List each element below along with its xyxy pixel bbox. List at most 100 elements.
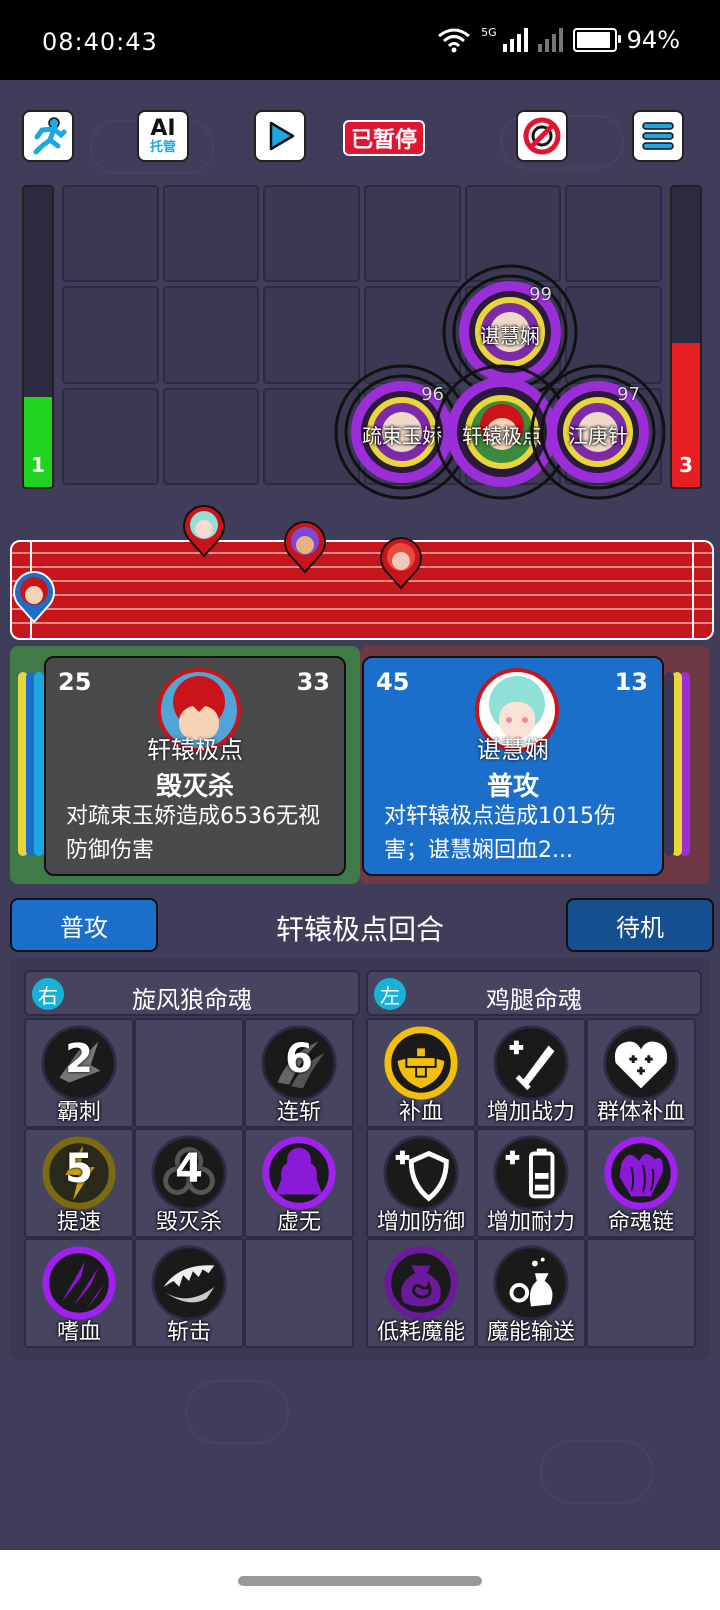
signal-icon: [502, 28, 528, 52]
card-skill-name: 普攻: [486, 772, 539, 802]
skill-label: 魔能输送: [486, 1320, 575, 1345]
card-character-name: 轩辕极点: [147, 736, 243, 764]
enemy-team-count: 3: [679, 453, 693, 477]
skill-slot[interactable]: 魔能输送: [476, 1238, 586, 1348]
ai-auto-button[interactable]: AI 托管: [137, 110, 189, 162]
skill-slot[interactable]: 补血: [366, 1018, 476, 1128]
skill-label: 提速: [56, 1210, 101, 1235]
jaw-slash-icon: [151, 1245, 227, 1321]
defense-up-icon: [383, 1135, 459, 1211]
heal-plus-icon: [384, 1026, 458, 1100]
skill-slot[interactable]: 5 提速: [24, 1128, 134, 1238]
track-line: [12, 594, 712, 596]
skill-slot[interactable]: 增加战力: [476, 1018, 586, 1128]
track-line: [12, 622, 712, 624]
track-line: [12, 566, 712, 568]
enemy-unit[interactable]: 97 江庚针: [528, 362, 668, 502]
turn-order-pin-active: [13, 571, 55, 624]
player-team-gauge: 1: [22, 185, 54, 489]
skill-slot[interactable]: 增加防御: [366, 1128, 476, 1238]
skill-cooldown: 5: [65, 1146, 93, 1192]
void-icon: [262, 1136, 336, 1210]
enemy-action-card[interactable]: 45 13 谌慧娴 普攻 对轩辕极点造成1015伤害；谌慧娴回血2...: [362, 656, 664, 876]
card-right-number: 33: [296, 668, 330, 696]
track-line: [12, 580, 712, 582]
flee-button[interactable]: [22, 110, 74, 162]
skill-label: 虚无: [276, 1210, 321, 1235]
grid-cell[interactable]: [62, 185, 159, 283]
status-time: 08:40:43: [42, 28, 158, 56]
network-type-label: 5G: [481, 25, 497, 39]
battery-icon: [572, 28, 621, 52]
running-man-icon: [33, 117, 67, 155]
turn-order-track: [10, 540, 714, 640]
skill-label: 增加防御: [376, 1210, 465, 1235]
skill-label: 低耗魔能: [376, 1320, 465, 1345]
menu-icon: [642, 122, 674, 150]
skill-cooldown: 4: [175, 1146, 203, 1192]
ai-label: AI: [150, 115, 176, 141]
skill-slot-empty[interactable]: [134, 1018, 244, 1128]
unit-number: 99: [529, 284, 552, 305]
grid-cell[interactable]: [263, 185, 360, 283]
mana-transfer-icon: [493, 1245, 569, 1321]
home-indicator[interactable]: [238, 1576, 482, 1586]
surrender-button[interactable]: [516, 110, 568, 162]
left-soul-header: 右 旋风狼命魂: [24, 970, 360, 1016]
unit-name: 谌慧娴: [480, 324, 540, 348]
card-left-number: 25: [58, 668, 92, 696]
card-character-name: 谌慧娴: [477, 736, 549, 764]
battery-percent: 94%: [626, 26, 680, 54]
skill-slot[interactable]: 嗜血: [24, 1238, 134, 1348]
card-description: 对轩辕极点造成1015伤害；谌慧娴回血2...: [384, 804, 616, 863]
no-entry-icon: [523, 117, 561, 155]
unit-name: 江庚针: [568, 424, 628, 448]
soul-title: 鸡腿命魂: [486, 986, 582, 1014]
card-skill-name: 毁灭杀: [155, 772, 234, 802]
background-cloud: [540, 1440, 654, 1504]
skill-slot-empty[interactable]: [586, 1238, 696, 1348]
skill-slot[interactable]: 4 毁灭杀: [134, 1128, 244, 1238]
grid-cell[interactable]: [62, 387, 159, 485]
background-cloud: [185, 1380, 289, 1444]
skill-label: 群体补血: [596, 1100, 685, 1125]
navigation-bar: [0, 1550, 720, 1610]
skill-slot[interactable]: 虚无: [244, 1128, 354, 1238]
skill-slot[interactable]: 斩击: [134, 1238, 244, 1348]
menu-button[interactable]: [632, 110, 684, 162]
card-description: 对疏束玉娇造成6536无视防御伤害: [66, 804, 320, 863]
play-button[interactable]: [254, 110, 306, 162]
skill-slot[interactable]: 增加耐力: [476, 1128, 586, 1238]
grid-cell[interactable]: [162, 387, 260, 485]
skill-label: 增加战力: [486, 1100, 575, 1125]
card-stack-edge: [664, 672, 674, 856]
skill-slot[interactable]: 群体补血: [586, 1018, 696, 1128]
player-team-count: 1: [31, 453, 45, 477]
turn-order-pin: [284, 521, 326, 574]
skill-slot-empty[interactable]: [244, 1238, 354, 1348]
skill-label: 斩击: [166, 1320, 211, 1345]
skill-slot[interactable]: 低耗魔能: [366, 1238, 476, 1348]
grid-cell[interactable]: [62, 286, 159, 384]
soul-title: 旋风狼命魂: [132, 986, 252, 1014]
track-line: [12, 552, 712, 554]
grid-cell[interactable]: [162, 185, 260, 283]
status-bar: 08:40:43 5G 94%: [0, 0, 720, 80]
skill-label: 增加耐力: [486, 1210, 575, 1235]
skill-label: 毁灭杀: [155, 1210, 222, 1235]
turn-order-pin: [183, 505, 225, 558]
grid-cell[interactable]: [162, 286, 260, 384]
player-action-card[interactable]: 25 33 轩辕极点 毁灭杀 对疏束玉娇造成6536无视防御伤害: [44, 656, 346, 876]
attack-up-icon: [493, 1025, 569, 1101]
standby-button[interactable]: 待机: [566, 898, 714, 952]
paused-badge: 已暂停: [343, 120, 425, 156]
skill-label: 嗜血: [56, 1320, 101, 1345]
skill-slot[interactable]: 2 霸刺: [24, 1018, 134, 1128]
play-icon: [269, 121, 295, 151]
group-heal-icon: [603, 1025, 679, 1101]
skill-slot[interactable]: 命魂链: [586, 1128, 696, 1238]
status-icons: 5G 94%: [437, 26, 680, 54]
skill-label: 连斩: [276, 1100, 321, 1125]
skill-slot[interactable]: 6 连斩: [244, 1018, 354, 1128]
enemy-team-gauge: 3: [670, 185, 702, 489]
